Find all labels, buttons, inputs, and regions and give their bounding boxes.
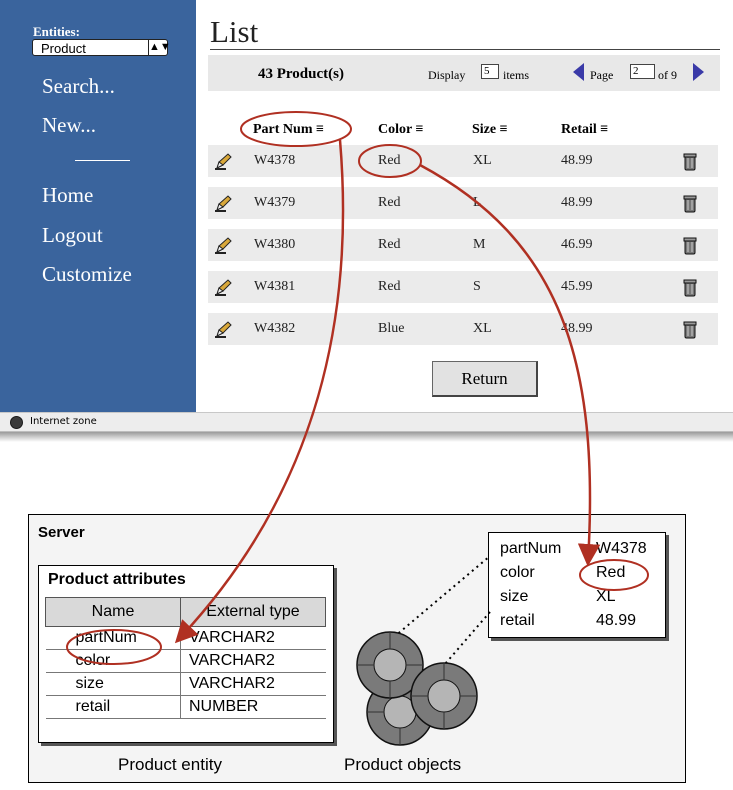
highlight-ellipse-partnum [66, 629, 162, 665]
arrow-color-to-object [419, 163, 601, 567]
product-object-icon [410, 662, 478, 730]
dotted-leader-line [393, 555, 491, 638]
highlight-ellipse-part-num [240, 111, 352, 147]
arrow-part-num-to-attribute [174, 139, 345, 644]
highlight-ellipse-color [358, 144, 422, 178]
highlight-ellipse-red [579, 559, 649, 591]
annotation-overlay [66, 111, 649, 746]
